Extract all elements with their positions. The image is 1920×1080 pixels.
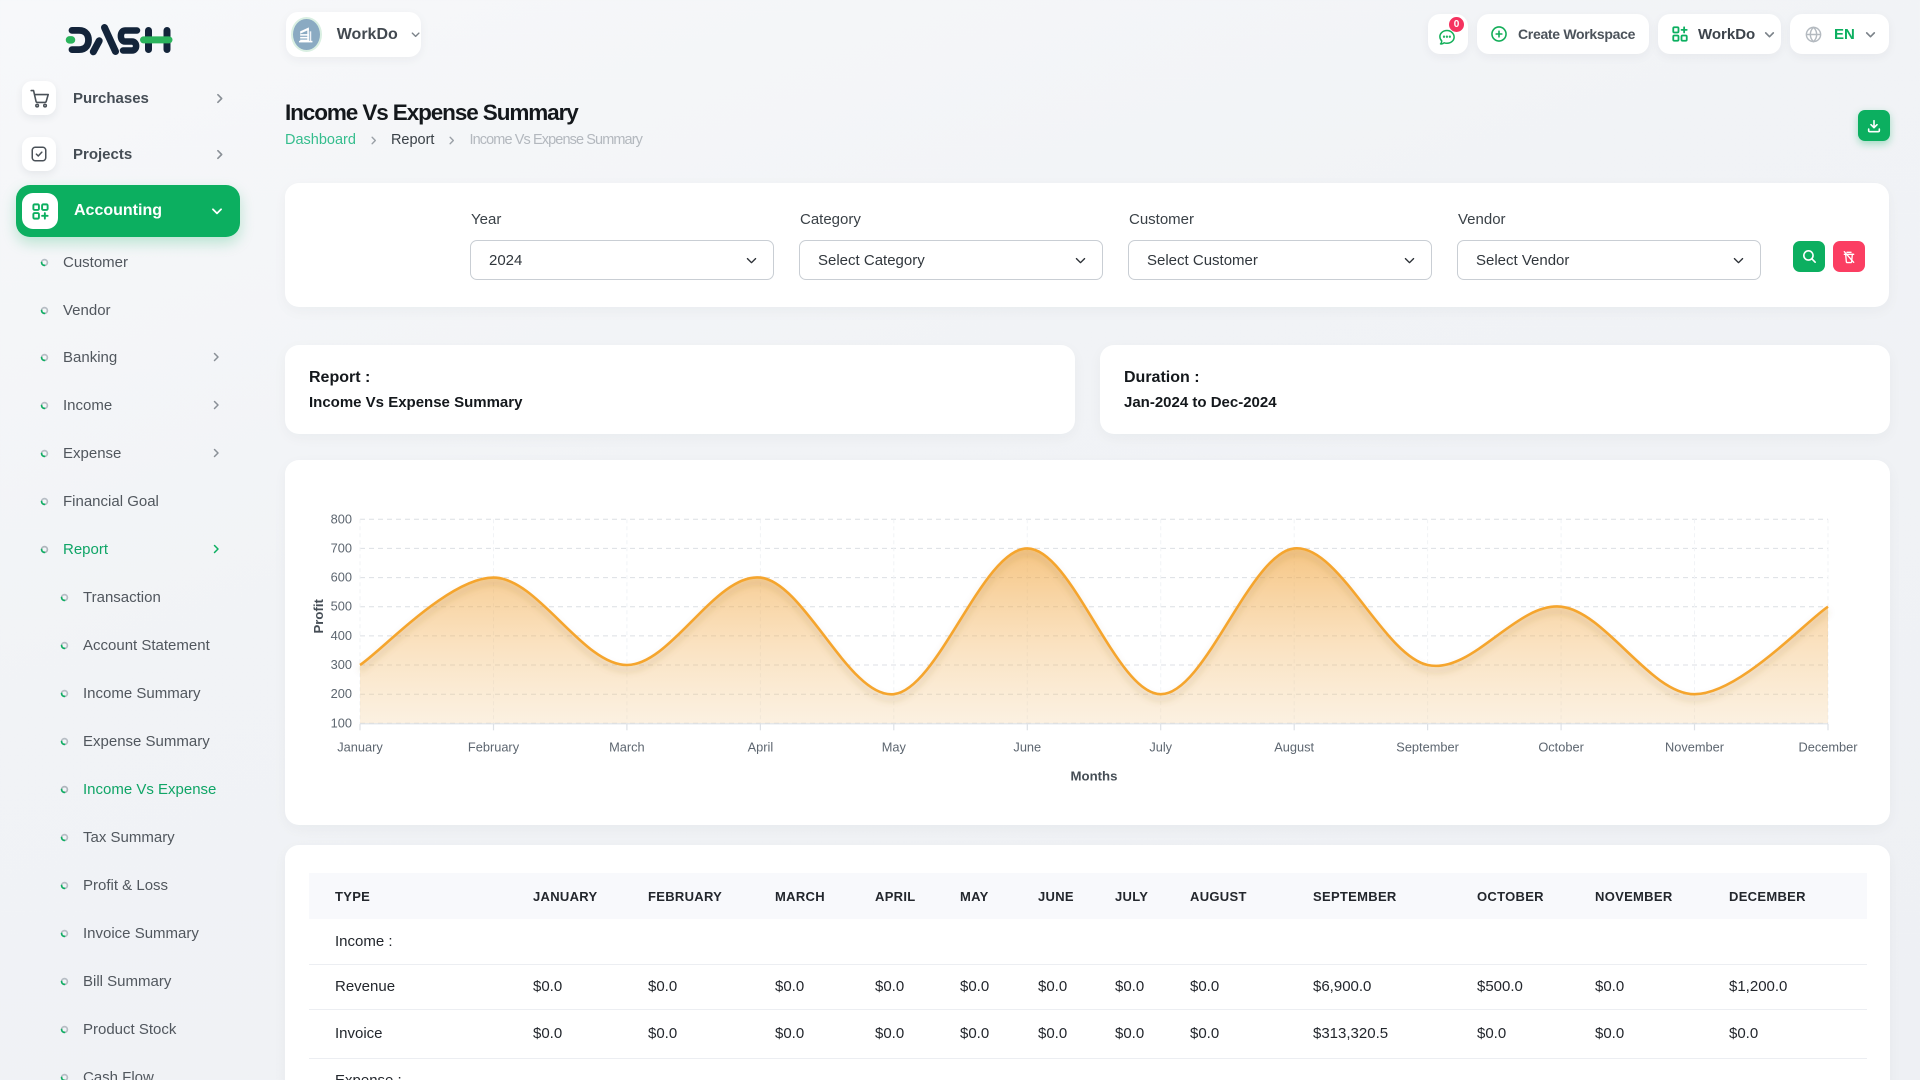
svg-text:November: November [1665, 739, 1725, 754]
svg-text:May: May [882, 739, 907, 754]
svg-text:September: September [1396, 739, 1459, 754]
svg-text:300: 300 [331, 657, 352, 672]
svg-text:June: June [1013, 739, 1041, 754]
svg-text:500: 500 [331, 599, 352, 614]
svg-text:July: July [1149, 739, 1172, 754]
svg-text:Months: Months [1071, 768, 1118, 783]
svg-text:January: January [337, 739, 383, 754]
svg-text:400: 400 [331, 628, 352, 643]
svg-text:December: December [1798, 739, 1858, 754]
svg-text:February: February [468, 739, 520, 754]
svg-text:600: 600 [331, 570, 352, 585]
svg-text:700: 700 [331, 540, 352, 555]
svg-text:Profit: Profit [311, 598, 326, 633]
svg-text:100: 100 [331, 715, 352, 730]
svg-text:800: 800 [331, 511, 352, 526]
svg-text:April: April [748, 739, 774, 754]
svg-text:March: March [609, 739, 645, 754]
svg-text:October: October [1538, 739, 1584, 754]
svg-text:August: August [1274, 739, 1314, 754]
svg-text:200: 200 [331, 686, 352, 701]
